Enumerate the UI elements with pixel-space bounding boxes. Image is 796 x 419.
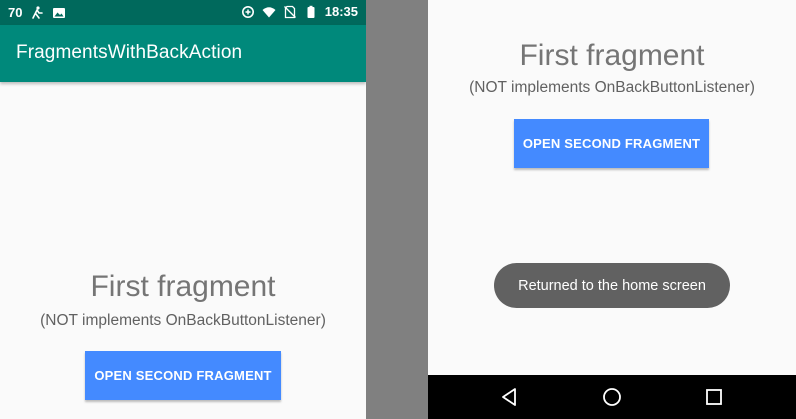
toast-message: Returned to the home screen: [494, 263, 730, 308]
app-bar: FragmentsWithBackAction: [0, 25, 366, 82]
open-second-fragment-button[interactable]: OPEN SECOND FRAGMENT: [514, 119, 709, 168]
wifi-icon: [262, 6, 276, 17]
left-screen: 70 18:35 FragmentsWithBackAction First f…: [0, 0, 366, 419]
back-icon[interactable]: [500, 387, 520, 407]
no-sim-icon: [283, 5, 296, 18]
accessibility-icon: [32, 5, 44, 19]
app-title: FragmentsWithBackAction: [16, 42, 243, 63]
data-saver-icon: [241, 5, 254, 18]
notification-count: 70: [8, 5, 23, 20]
recents-icon[interactable]: [704, 387, 724, 407]
fragment-subtitle: (NOT implements OnBackButtonListener): [40, 312, 326, 329]
navigation-bar: [428, 375, 796, 419]
open-second-fragment-button[interactable]: OPEN SECOND FRAGMENT: [85, 351, 281, 400]
status-bar: 70 18:35: [0, 0, 366, 25]
fragment-subtitle: (NOT implements OnBackButtonListener): [469, 79, 755, 96]
fragment-title: First fragment: [90, 270, 276, 303]
fragment-title: First fragment: [519, 39, 705, 72]
status-time: 18:35: [324, 4, 358, 19]
right-screen: First fragment (NOT implements OnBackBut…: [428, 0, 796, 419]
home-icon[interactable]: [602, 387, 622, 407]
image-icon: [53, 7, 66, 18]
battery-icon: [307, 5, 315, 18]
